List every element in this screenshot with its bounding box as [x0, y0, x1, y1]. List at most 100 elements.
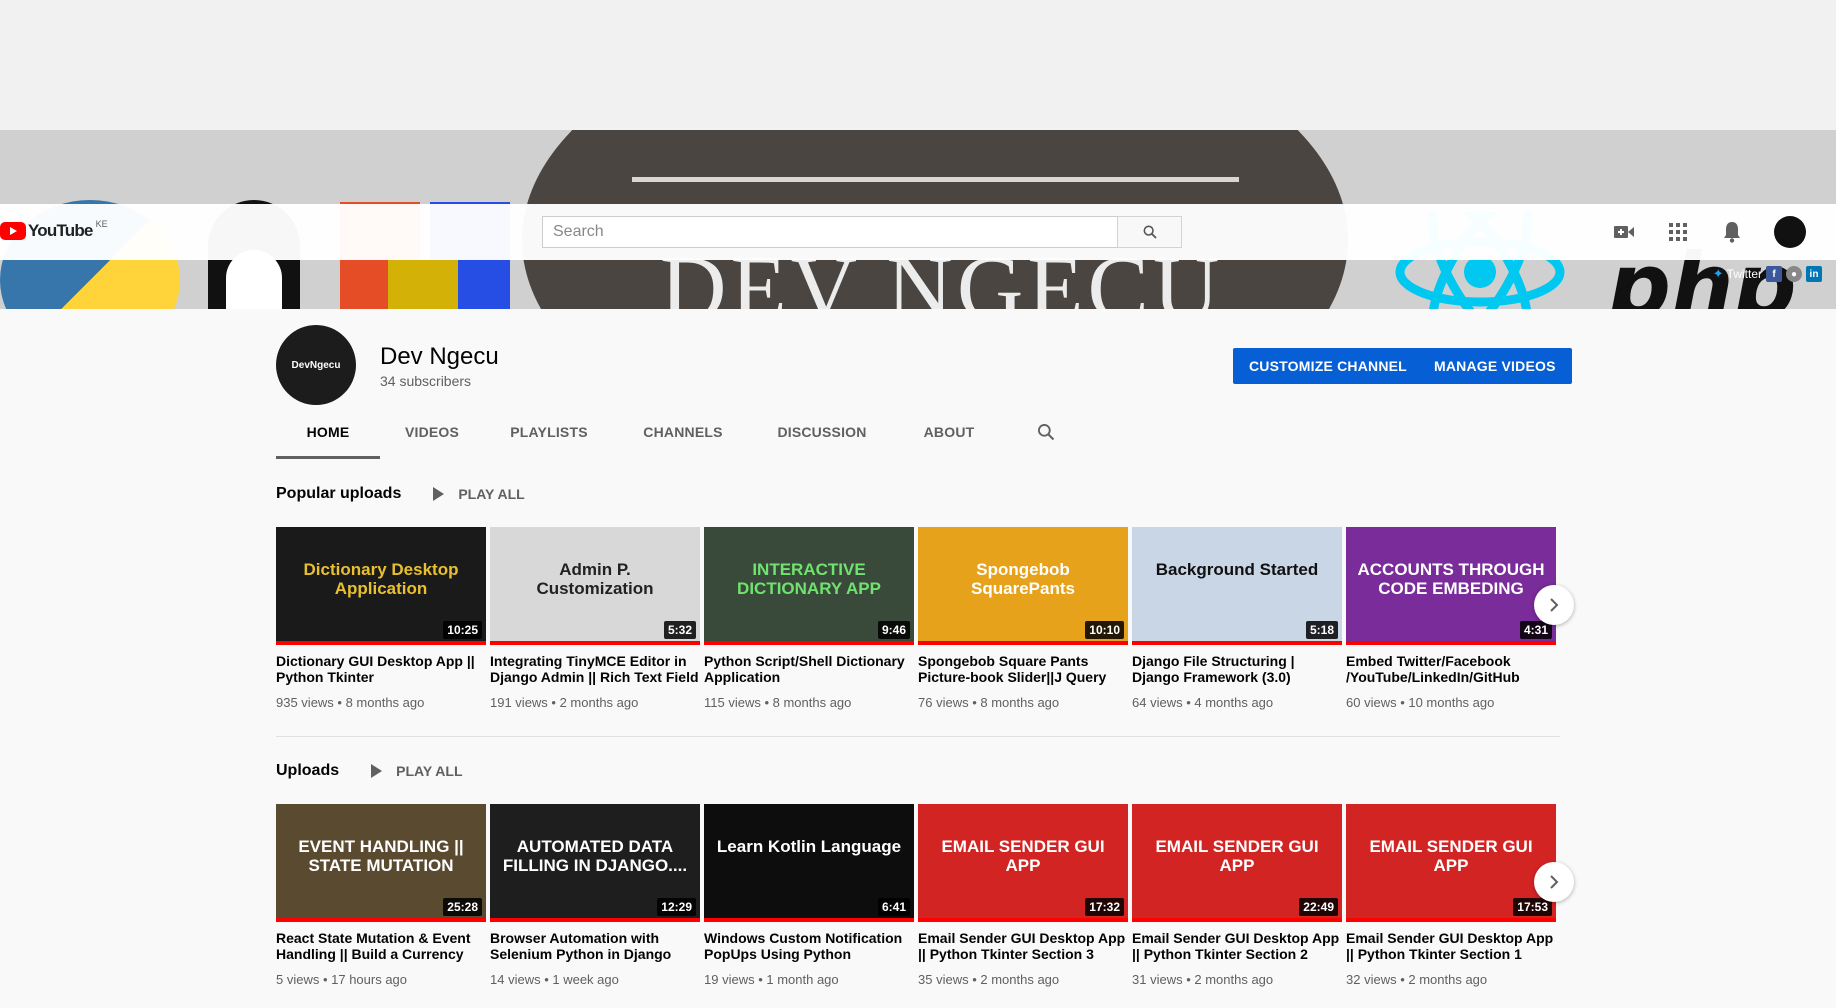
linkedin-icon[interactable]: in — [1806, 266, 1822, 282]
thumbnail-text: ACCOUNTS THROUGH CODE EMBEDING — [1357, 560, 1545, 598]
video-title[interactable]: Email Sender GUI Desktop App || Python T… — [918, 930, 1128, 962]
video-thumbnail[interactable]: INTERACTIVE DICTIONARY APP 9:46 — [704, 527, 914, 645]
video-thumbnail[interactable]: Background Started 5:18 — [1132, 527, 1342, 645]
video-card[interactable]: Admin P. Customization 5:32 Integrating Ti… — [490, 527, 700, 710]
video-card[interactable]: Dictionary Desktop Application 10:25 Dicti… — [276, 527, 486, 710]
video-title[interactable]: Email Sender GUI Desktop App || Python T… — [1132, 930, 1342, 962]
video-thumbnail[interactable]: Admin P. Customization 5:32 — [490, 527, 700, 645]
website-icon[interactable]: ● — [1786, 266, 1802, 282]
video-meta: 115 views • 8 months ago — [704, 695, 852, 710]
shelf-divider — [276, 736, 1560, 737]
manage-videos-button[interactable]: MANAGE VIDEOS — [1418, 348, 1572, 384]
twitter-link[interactable]: ✦ Twitter — [1713, 266, 1762, 282]
video-thumbnail[interactable]: Spongebob SquarePants 10:10 — [918, 527, 1128, 645]
video-thumbnail[interactable]: AUTOMATED DATA FILLING IN DJANGO.... 12:2… — [490, 804, 700, 922]
thumbnail-text: EMAIL SENDER GUI APP — [1369, 837, 1533, 875]
search-input[interactable] — [542, 216, 1117, 248]
video-duration: 12:29 — [657, 898, 696, 916]
watch-progress-bar — [1346, 641, 1556, 645]
video-row: EVENT HANDLING || STATE MUTATION 25:28 Rea… — [276, 804, 1556, 987]
shelf-next-arrow[interactable] — [1534, 862, 1574, 902]
video-meta: 5 views • 17 hours ago — [276, 972, 408, 987]
video-card[interactable]: INTERACTIVE DICTIONARY APP 9:46 Python Scr… — [704, 527, 914, 710]
create-video-icon[interactable] — [1612, 220, 1636, 244]
search-button[interactable] — [1117, 216, 1182, 248]
video-title[interactable]: Windows Custom Notification PopUps Using… — [704, 930, 914, 962]
video-card[interactable]: EVENT HANDLING || STATE MUTATION 25:28 Rea… — [276, 804, 486, 987]
channel-search-button[interactable] — [1006, 405, 1086, 459]
video-thumbnail[interactable]: EVENT HANDLING || STATE MUTATION 25:28 — [276, 804, 486, 922]
video-title[interactable]: Spongebob Square Pants Picture-book Slid… — [918, 653, 1128, 685]
video-thumbnail[interactable]: EMAIL SENDER GUI APP 22:49 — [1132, 804, 1342, 922]
video-card[interactable]: Background Started 5:18 Django File Struct… — [1132, 527, 1342, 710]
video-title[interactable]: Embed Twitter/Facebook /YouTube/LinkedIn… — [1346, 653, 1556, 685]
twitter-icon: ✦ — [1712, 266, 1724, 281]
notifications-bell-icon[interactable] — [1720, 220, 1744, 244]
tab-home[interactable]: HOME — [276, 405, 380, 459]
video-title[interactable]: Python Script/Shell Dictionary Applicati… — [704, 653, 914, 685]
thumbnail-text: Background Started — [1155, 560, 1319, 579]
youtube-logo[interactable]: YouTube KE — [0, 219, 108, 241]
search-box — [542, 216, 1182, 248]
channel-name: Dev Ngecu — [380, 343, 499, 370]
shelf-title[interactable]: Popular uploads — [276, 485, 401, 503]
thumbnail-text: Dictionary Desktop Application — [303, 560, 459, 598]
watch-progress-bar — [704, 641, 914, 645]
video-meta: 191 views • 2 months ago — [490, 695, 639, 710]
shelf-next-arrow[interactable] — [1534, 585, 1574, 625]
video-duration: 10:10 — [1085, 621, 1124, 639]
play-all-button[interactable]: PLAY ALL — [371, 763, 462, 779]
thumbnail-text: EVENT HANDLING || STATE MUTATION — [298, 837, 464, 875]
tab-videos[interactable]: VIDEOS — [380, 405, 484, 459]
thumbnail-text: EMAIL SENDER GUI APP — [941, 837, 1105, 875]
thumbnail-text: AUTOMATED DATA FILLING IN DJANGO.... — [502, 837, 688, 875]
video-card[interactable]: EMAIL SENDER GUI APP 22:49 Email Sender GU… — [1132, 804, 1342, 987]
thumbnail-text: Admin P. Customization — [536, 560, 654, 598]
video-title[interactable]: React State Mutation & Event Handling ||… — [276, 930, 486, 962]
video-title[interactable]: Browser Automation with Selenium Python … — [490, 930, 700, 962]
video-title[interactable]: Dictionary GUI Desktop App || Python Tki… — [276, 653, 486, 685]
video-title[interactable]: Integrating TinyMCE Editor in Django Adm… — [490, 653, 700, 685]
video-duration: 17:32 — [1085, 898, 1124, 916]
video-meta: 14 views • 1 week ago — [490, 972, 619, 987]
shelf-header: Uploads PLAY ALL — [276, 759, 1560, 783]
video-thumbnail[interactable]: EMAIL SENDER GUI APP 17:32 — [918, 804, 1128, 922]
masthead: YouTube KE — [0, 204, 1836, 260]
video-title[interactable]: Django File Structuring | Django Framewo… — [1132, 653, 1342, 685]
video-meta: 32 views • 2 months ago — [1346, 972, 1488, 987]
video-card[interactable]: AUTOMATED DATA FILLING IN DJANGO.... 12:2… — [490, 804, 700, 987]
play-all-button[interactable]: PLAY ALL — [433, 486, 524, 502]
tab-discussion[interactable]: DISCUSSION — [752, 405, 892, 459]
youtube-wordmark: YouTube — [28, 221, 93, 240]
watch-progress-bar — [918, 918, 1128, 922]
banner-social-links: ✦ Twitter f ● in — [1713, 266, 1822, 282]
video-row: Dictionary Desktop Application 10:25 Dicti… — [276, 527, 1556, 710]
video-duration: 6:41 — [877, 898, 910, 916]
video-card[interactable]: ACCOUNTS THROUGH CODE EMBEDING 4:31 Embed … — [1346, 527, 1556, 710]
video-card[interactable]: Spongebob SquarePants 10:10 Spongebob Squa… — [918, 527, 1128, 710]
tab-channels[interactable]: CHANNELS — [614, 405, 752, 459]
video-title[interactable]: Email Sender GUI Desktop App || Python T… — [1346, 930, 1556, 962]
shelf-title[interactable]: Uploads — [276, 762, 339, 780]
video-card[interactable]: EMAIL SENDER GUI APP 17:53 Email Sender GU… — [1346, 804, 1556, 987]
video-card[interactable]: EMAIL SENDER GUI APP 17:32 Email Sender GU… — [918, 804, 1128, 987]
tab-about[interactable]: ABOUT — [892, 405, 1006, 459]
video-thumbnail[interactable]: EMAIL SENDER GUI APP 17:53 — [1346, 804, 1556, 922]
video-meta: 60 views • 10 months ago — [1346, 695, 1495, 710]
chevron-right-icon — [1550, 598, 1559, 612]
video-duration: 25:28 — [443, 898, 482, 916]
tab-playlists[interactable]: PLAYLISTS — [484, 405, 614, 459]
apps-grid-icon[interactable] — [1666, 220, 1690, 244]
video-thumbnail[interactable]: Learn Kotlin Language 6:41 — [704, 804, 914, 922]
shelf-uploads: Uploads PLAY ALL EVENT HANDLING || STATE… — [276, 759, 1574, 1008]
video-thumbnail[interactable]: ACCOUNTS THROUGH CODE EMBEDING 4:31 — [1346, 527, 1556, 645]
video-card[interactable]: Learn Kotlin Language 6:41 Windows Custom … — [704, 804, 914, 987]
account-avatar[interactable] — [1774, 216, 1806, 248]
video-meta: 19 views • 1 month ago — [704, 972, 839, 987]
facebook-icon[interactable]: f — [1766, 266, 1782, 282]
customize-channel-button[interactable]: CUSTOMIZE CHANNEL — [1233, 348, 1423, 384]
watch-progress-bar — [276, 918, 486, 922]
video-thumbnail[interactable]: Dictionary Desktop Application 10:25 — [276, 527, 486, 645]
watch-progress-bar — [918, 641, 1128, 645]
video-duration: 5:18 — [1305, 621, 1338, 639]
